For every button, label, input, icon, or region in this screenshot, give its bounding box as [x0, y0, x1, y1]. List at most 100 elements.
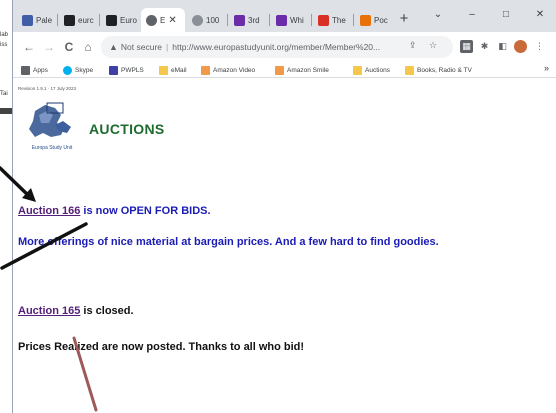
extension-icon[interactable]: ▦: [460, 40, 473, 53]
skype-icon: [63, 65, 72, 75]
bookmarks-overflow-icon[interactable]: »: [544, 63, 549, 73]
bookmark-star-icon[interactable]: ☆: [429, 40, 437, 51]
tab[interactable]: Poc: [355, 8, 393, 32]
back-button[interactable]: ←: [21, 38, 37, 56]
bookmark-books-radio-tv[interactable]: Books, Radio & TV: [405, 64, 472, 76]
page-title: AUCTIONS: [89, 121, 165, 137]
maximize-button[interactable]: □: [489, 0, 523, 28]
open-auction-announcement: Auction 166 is now OPEN FOR BIDS.: [18, 205, 211, 217]
browser-toolbar: ← → C ⌂ ▲ Not secure | http://www.europa…: [13, 32, 556, 62]
background-window-bar: [0, 108, 12, 114]
tab-label: Euro: [120, 15, 137, 25]
bookmark-amazon-video[interactable]: Amazon Video: [201, 64, 255, 76]
address-separator: |: [166, 42, 169, 52]
tab[interactable]: Whi: [271, 8, 309, 32]
web-page: Revision 1.9.1 · 17 July 2023 Europa Stu…: [13, 79, 556, 413]
bookmark-label: Books, Radio & TV: [417, 66, 472, 74]
bookmark-label: eMail: [171, 66, 187, 74]
amazon-icon: [275, 65, 284, 75]
background-text-fragment: iss: [0, 42, 8, 48]
browser-menu-icon[interactable]: ⋮: [533, 40, 546, 53]
tab[interactable]: The: [313, 8, 351, 32]
sidebar-icon[interactable]: ◧: [496, 40, 509, 53]
open-auction-status: is now OPEN FOR BIDS.: [80, 205, 211, 217]
bookmark-label: Amazon Video: [213, 66, 256, 74]
closed-auction-status: is closed.: [80, 305, 134, 317]
tab-separator: [227, 14, 228, 26]
tab-separator: [57, 14, 58, 26]
background-text-fragment: lab: [0, 32, 9, 38]
tab-active[interactable]: E ✕: [141, 8, 185, 32]
tab-label: Poc: [374, 15, 388, 25]
bookmark-pwpls[interactable]: PWPLS: [109, 64, 144, 76]
tab-label: E: [160, 15, 166, 25]
tab-label: The: [332, 15, 346, 25]
tab-label: Whi: [290, 15, 304, 25]
background-text-fragment: Tai: [0, 91, 8, 97]
forward-button[interactable]: →: [41, 38, 57, 56]
tab-label: eurc: [78, 15, 94, 25]
reload-button[interactable]: C: [61, 38, 77, 56]
folder-icon: [159, 65, 168, 75]
tab-label: 100: [206, 15, 220, 25]
closed-auction-detail: Prices Realized are now posted. Thanks t…: [18, 341, 305, 353]
bookmark-label: PWPLS: [121, 66, 144, 74]
apps-grid-icon: [21, 65, 30, 75]
tab[interactable]: Euro: [101, 8, 139, 32]
open-auction-detail: More offerings of nice material at barga…: [18, 236, 439, 248]
url-text[interactable]: http://www.europastudyunit.org/member/Me…: [172, 42, 380, 52]
bookmark-label: Amazon Smile: [287, 66, 329, 74]
tab-label: Pale: [36, 15, 53, 25]
address-bar[interactable]: ▲ Not secure | http://www.europastudyuni…: [101, 36, 453, 58]
bookmark-label: Skype: [75, 66, 94, 74]
tab-favicon-icon: [146, 14, 157, 26]
tab[interactable]: Pale: [17, 8, 55, 32]
new-tab-button[interactable]: +: [396, 10, 412, 28]
browser-window: Pale eurc Euro E ✕ 100 3rd Whi The Poc +…: [12, 0, 556, 413]
tab-favicon-icon: [360, 14, 371, 26]
tab-separator: [353, 14, 354, 26]
tab-strip: Pale eurc Euro E ✕ 100 3rd Whi The Poc +…: [13, 0, 556, 32]
tab-search-icon[interactable]: ⌄: [421, 0, 455, 28]
logo-caption: Europa Study Unit: [32, 145, 73, 151]
tab-favicon-icon: [318, 14, 329, 26]
tab-label: 3rd: [248, 15, 260, 25]
tab-favicon-icon: [22, 14, 33, 26]
tab[interactable]: eurc: [59, 8, 97, 32]
tab-separator: [99, 14, 100, 26]
tab[interactable]: 3rd: [229, 8, 267, 32]
window-controls: ⌄ – □ ✕: [421, 0, 556, 28]
revision-note: Revision 1.9.1 · 17 July 2023: [18, 86, 77, 91]
background-window: lab iss Tai: [0, 0, 12, 413]
profile-avatar[interactable]: [514, 40, 527, 53]
tab-favicon-icon: [192, 14, 203, 26]
tab-favicon-icon: [106, 14, 117, 26]
close-window-button[interactable]: ✕: [523, 0, 556, 28]
folder-icon: [405, 65, 414, 75]
folder-icon: [353, 65, 362, 75]
auction-165-link[interactable]: Auction 165: [18, 305, 80, 317]
bookmarks-bar: Apps Skype PWPLS eMail Amazon Video Amaz…: [13, 62, 556, 78]
europa-study-unit-logo: Europa Study Unit: [29, 102, 73, 151]
bookmark-email[interactable]: eMail: [159, 64, 187, 76]
bookmark-skype[interactable]: Skype: [63, 64, 93, 76]
warning-icon: ▲: [109, 42, 118, 52]
extensions-puzzle-icon[interactable]: ✱: [478, 40, 491, 53]
home-button[interactable]: ⌂: [80, 38, 96, 56]
bookmark-label: Apps: [33, 66, 48, 74]
amazon-icon: [201, 65, 210, 75]
bookmark-amazon-smile[interactable]: Amazon Smile: [275, 64, 329, 76]
minimize-button[interactable]: –: [455, 0, 489, 28]
auction-166-link[interactable]: Auction 166: [18, 205, 80, 217]
tab-separator: [269, 14, 270, 26]
tab-separator: [311, 14, 312, 26]
tab-close-icon[interactable]: ✕: [168, 15, 176, 26]
tab[interactable]: 100: [187, 8, 225, 32]
security-label[interactable]: Not secure: [121, 42, 162, 52]
bookmark-label: Auctions: [365, 66, 390, 74]
tab-favicon-icon: [64, 14, 75, 26]
bookmark-auctions[interactable]: Auctions: [353, 64, 390, 76]
bookmark-apps[interactable]: Apps: [21, 64, 48, 76]
share-icon[interactable]: ⇪: [409, 40, 417, 51]
tab-favicon-icon: [276, 14, 287, 26]
